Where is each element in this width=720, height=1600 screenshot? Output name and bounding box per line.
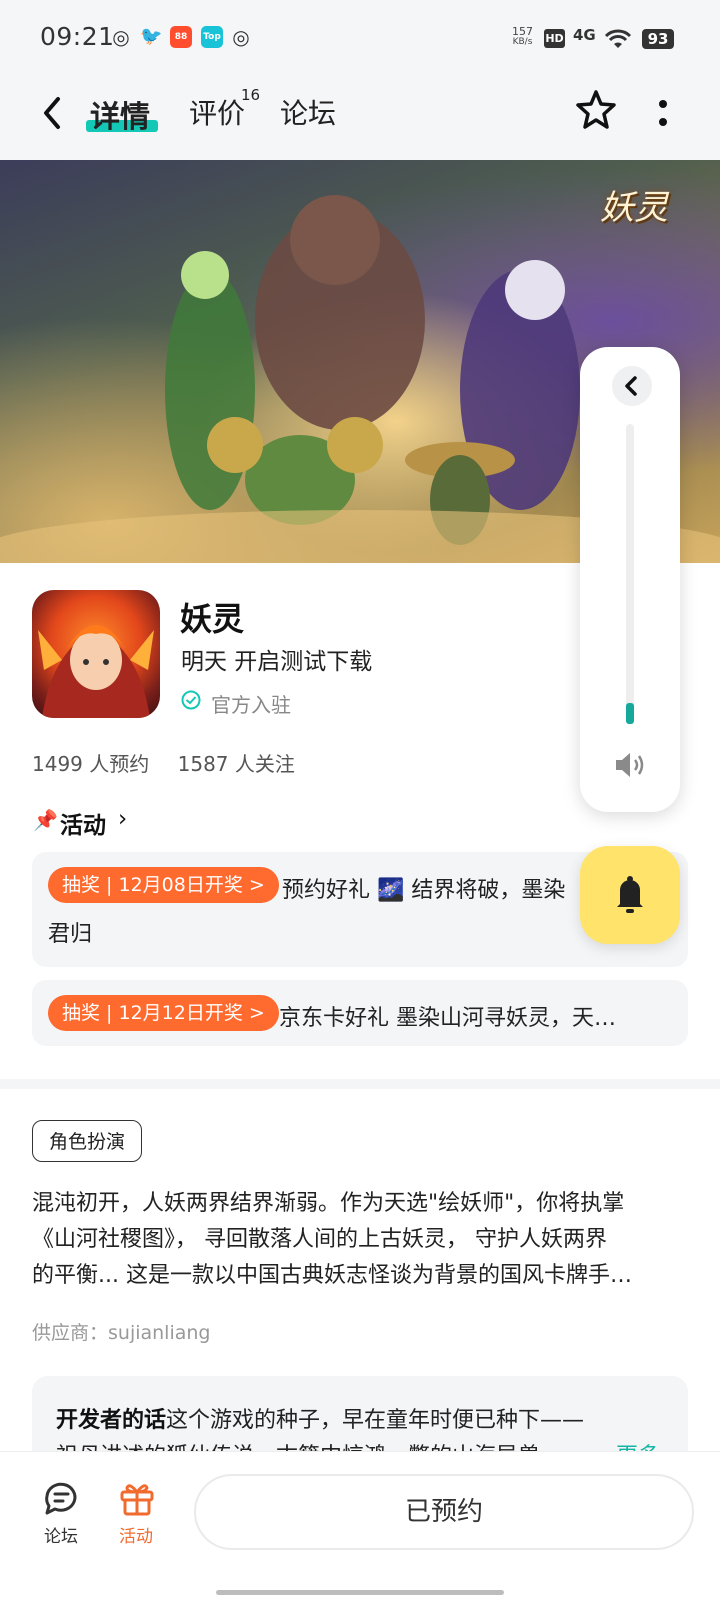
home-indicator[interactable] [216,1590,504,1595]
chevron-left-icon [625,376,637,396]
hd-badge: HD [544,29,565,48]
official-verified-label: 官方入驻 [211,693,291,717]
developer-note-label: 开发者的话 [56,1408,167,1433]
forum-chat-icon[interactable] [41,1478,81,1518]
lottery-pill[interactable]: 抽奖 | 12月12日开奖 > [48,995,279,1031]
activity-card[interactable]: 抽奖 | 12月12日开奖 > 京东卡好礼 墨染山河寻妖灵，天… [32,980,688,1046]
reviews-count-badge: 16 [241,86,261,104]
developer-note-card[interactable]: 开发者的话 这个游戏的种子，早在童年时便已种下—— 祖母讲述的狐仙传说，古籍中惊… [32,1376,688,1454]
follower-count: 1587 人关注 [177,752,295,776]
activity-text: 京东卡好礼 墨染山河寻妖灵，天… [279,1006,616,1031]
wifi-icon [604,29,632,48]
red-app-icon: 88 [170,26,192,48]
game-test-status: 明天 开启测试下载 [181,649,373,675]
battery-indicator: 93 [642,29,674,49]
forum-label[interactable]: 论坛 [44,1522,78,1547]
network-label: 4G [573,26,596,44]
description-line: 《山河社稷图》， 寻回散落人间的上古妖灵， 守护人妖两界 [32,1227,607,1252]
tab-forum[interactable]: 论坛 [280,92,336,132]
banner-game-logo: 妖灵 [600,188,668,228]
activity-text: 预约好礼 🌌 结界将破，墨染 [282,878,566,903]
volume-slider[interactable] [626,424,634,724]
more-options-icon[interactable] [656,98,670,128]
tab-details[interactable]: 详情 [90,92,150,136]
weibo-icon: ◎ [232,25,250,49]
reservation-count: 1499 人预约 [32,752,150,776]
notification-button[interactable] [580,846,680,944]
activity-text-line2: 君归 [48,922,93,947]
speaker-icon[interactable] [612,750,650,780]
activity-label[interactable]: 活动 [119,1522,153,1547]
net-speed: 157 KB/s [512,25,533,47]
volume-level-fill [626,703,634,724]
section-divider [0,1079,720,1089]
reserved-button[interactable]: 已预约 [194,1474,694,1550]
supplier-label: 供应商：sujianliang [32,1322,211,1344]
bell-icon [617,876,643,913]
back-arrow-icon[interactable] [38,93,68,133]
star-icon[interactable] [574,88,618,132]
activities-heading[interactable]: 活动 [60,806,106,840]
top-app-icon: Top [201,26,223,48]
weibo-icon: ◎ [112,25,130,49]
game-description[interactable]: 混沌初开，人妖两界结界渐弱。作为天选"绘妖师"，你将执掌 《山河社稷图》， 寻回… [32,1186,688,1294]
bird-icon: 🐦 [140,26,163,47]
developer-note-text: 这个游戏的种子，早在童年时便已种下—— [166,1408,585,1433]
status-time: 09:21 [40,22,115,51]
verified-check-icon [181,690,201,710]
collapse-button[interactable] [612,366,652,406]
game-app-icon [32,590,160,718]
description-line: 混沌初开，人妖两界结界渐弱。作为天选"绘妖师"，你将执掌 [32,1191,625,1216]
game-title: 妖灵 [180,600,245,638]
gift-icon[interactable] [117,1478,157,1518]
tab-reviews[interactable]: 评价 [189,92,245,132]
pin-icon: 📌 [33,808,58,832]
genre-tag[interactable]: 角色扮演 [32,1120,142,1162]
lottery-pill[interactable]: 抽奖 | 12月08日开奖 > [48,867,279,903]
game-stats: 1499 人预约 1587 人关注 [32,748,295,777]
description-line: 的平衡... 这是一款以中国古典妖志怪谈为背景的国风卡牌手… [32,1263,632,1288]
chevron-right-icon[interactable]: › [118,806,127,832]
